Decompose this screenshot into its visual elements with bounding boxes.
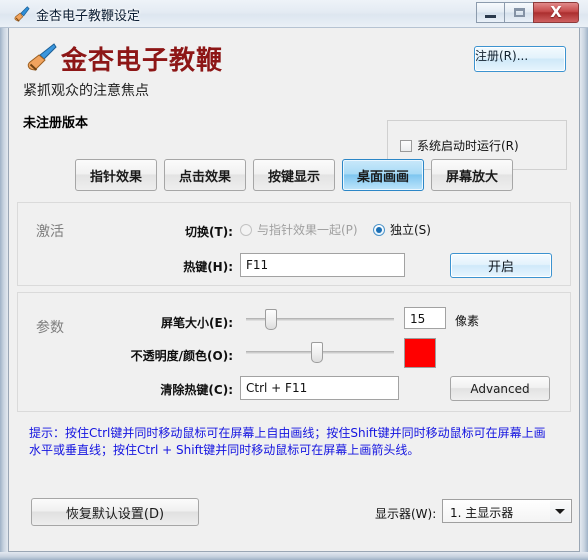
radio-standalone[interactable]: 独立(S) [373, 221, 431, 238]
opacity-slider[interactable] [246, 342, 394, 363]
radio-with-pointer-effect-indicator [240, 223, 252, 236]
minimize-button[interactable] [476, 2, 505, 23]
hotkey-input[interactable]: F11 [240, 253, 405, 277]
advanced-button[interactable]: Advanced [450, 376, 550, 401]
monitor-label: 显示器(W): [375, 507, 437, 521]
tab-click-effect[interactable]: 点击效果 [164, 159, 246, 191]
activation-section-title: 激活 [36, 224, 64, 240]
chevron-down-icon[interactable] [550, 501, 570, 521]
radio-with-pointer-effect-label: 与指针效果一起(P) [257, 223, 358, 237]
radio-standalone-indicator [373, 223, 385, 236]
monitor-select-value: 1. 主显示器 [450, 506, 514, 520]
pen-size-unit: 像素 [455, 314, 480, 328]
client-area: 金杏电子教鞭 紧抓观众的注意焦点 未注册版本 注册(R)... 系统启动时运行(… [8, 28, 580, 552]
maximize-icon [513, 8, 525, 17]
startup-checkbox-row[interactable]: 系统启动时运行(R) [400, 137, 519, 154]
radio-standalone-label: 独立(S) [390, 223, 431, 237]
close-icon: X [550, 3, 562, 21]
startup-checkbox-label: 系统启动时运行(R) [417, 139, 519, 153]
opacity-slider-thumb[interactable] [311, 342, 324, 363]
window-title: 金杏电子教鞭设定 [36, 9, 141, 24]
title-bar[interactable]: 金杏电子教鞭设定 X [0, 0, 588, 28]
monitor-select[interactable]: 1. 主显示器 [442, 499, 572, 523]
brush-pen-icon [14, 6, 30, 22]
window-controls: X [476, 2, 579, 23]
app-name: 金杏电子教鞭 [61, 46, 224, 76]
footer-bar: 恢复默认设置(D) 显示器(W): 1. 主显示器 [17, 488, 572, 542]
maximize-button[interactable] [505, 2, 534, 23]
parameters-section-title: 参数 [36, 320, 64, 336]
tab-screen-magnify[interactable]: 屏幕放大 [431, 159, 513, 191]
pen-size-input[interactable]: 15 [404, 307, 446, 329]
window-frame-left [0, 0, 8, 560]
tab-desktop-draw[interactable]: 桌面画画 [342, 159, 424, 191]
tab-bar: 指针效果 点击效果 按键显示 桌面画画 屏幕放大 [75, 159, 513, 191]
pen-size-slider[interactable] [246, 309, 394, 330]
tab-key-display[interactable]: 按键显示 [253, 159, 335, 191]
app-tagline: 紧抓观众的注意焦点 [23, 83, 149, 99]
opacity-color-label: 不透明度/颜色(O): [130, 349, 233, 363]
hotkey-label: 热键(H): [183, 260, 233, 274]
pen-size-slider-thumb[interactable] [265, 309, 278, 330]
parameters-panel: 参数 屏笔大小(E): 15 像素 不透明度/颜色(O): 清除热键(C): C… [17, 292, 571, 412]
radio-with-pointer-effect[interactable]: 与指针效果一起(P) [240, 221, 358, 238]
activation-panel: 激活 切换(T): 与指针效果一起(P) 独立(S) 热键(H): F11 开启 [17, 202, 571, 286]
application-window: 金杏电子教鞭设定 X 金杏电子教鞭 紧抓观众的注意焦点 未注册版本 注册(R).… [0, 0, 588, 560]
pen-color-swatch[interactable] [404, 338, 436, 368]
window-frame-right [580, 0, 588, 560]
hint-text: 提示：按住Ctrl键并同时移动鼠标可在屏幕上自由画线；按住Shift键并同时移动… [29, 426, 546, 457]
close-button[interactable]: X [533, 2, 579, 23]
clear-hotkey-label: 清除热键(C): [160, 383, 233, 397]
brush-pen-icon [27, 43, 57, 71]
minimize-icon [485, 14, 496, 18]
switch-label: 切换(T): [185, 225, 233, 239]
pen-size-label: 屏笔大小(E): [161, 316, 233, 330]
clear-hotkey-input[interactable]: Ctrl + F11 [240, 376, 399, 400]
brand-header: 金杏电子教鞭 紧抓观众的注意焦点 未注册版本 注册(R)... 系统启动时运行(… [9, 28, 579, 170]
tab-pointer-effect[interactable]: 指针效果 [75, 159, 157, 191]
window-frame-bottom [0, 552, 588, 560]
license-status: 未注册版本 [23, 116, 89, 131]
register-button[interactable]: 注册(R)... [474, 46, 566, 72]
start-button[interactable]: 开启 [450, 253, 552, 278]
restore-defaults-button[interactable]: 恢复默认设置(D) [31, 498, 199, 526]
startup-checkbox[interactable] [400, 139, 412, 152]
